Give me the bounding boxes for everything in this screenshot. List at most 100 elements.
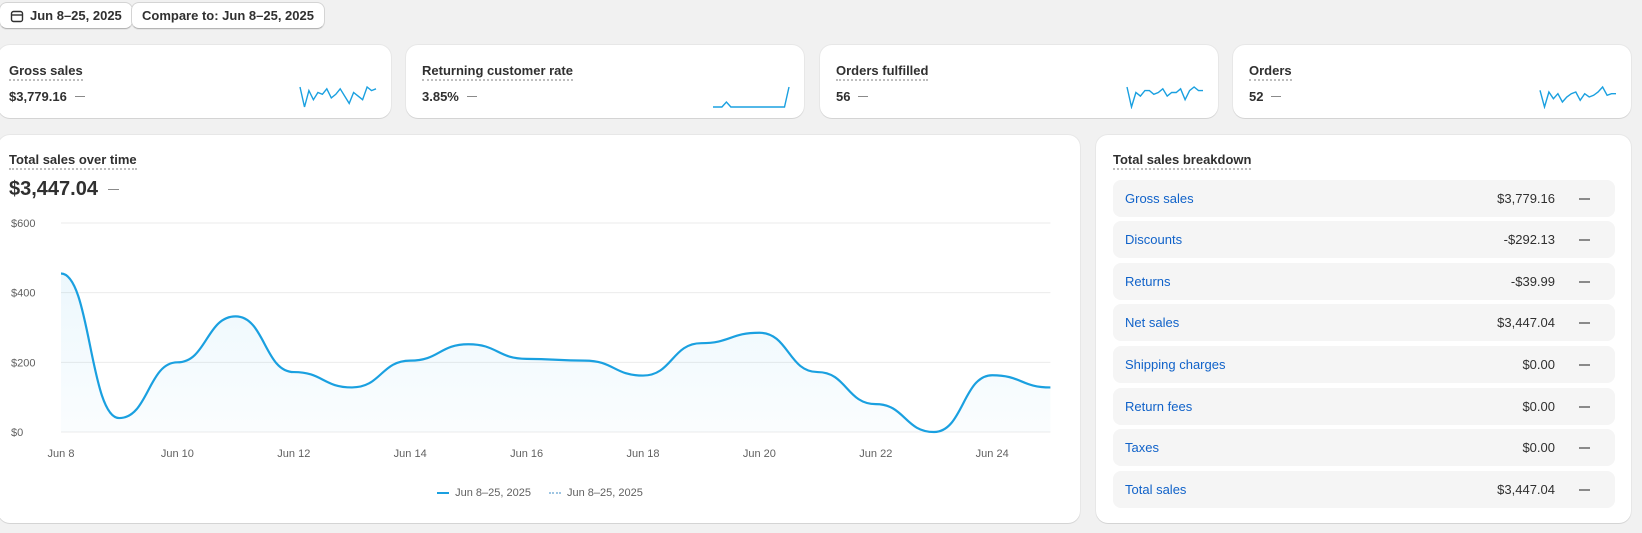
- data-point[interactable]: [753, 327, 765, 339]
- data-point[interactable]: [462, 338, 474, 350]
- change-dash-icon: [1579, 447, 1590, 449]
- sparkline: [713, 86, 790, 108]
- solid-line-icon: [437, 492, 450, 494]
- breakdown-label[interactable]: Return fees: [1125, 399, 1192, 414]
- kpi-card-gross-sales[interactable]: Gross sales $3,779.16: [0, 45, 391, 118]
- sparkline-path: [299, 85, 377, 108]
- y-tick-label: $600: [11, 218, 35, 230]
- breakdown-amount: $3,447.04: [1497, 482, 1555, 497]
- kpi-value-row: 56: [836, 89, 869, 104]
- breakdown-label[interactable]: Discounts: [1125, 232, 1182, 247]
- change-dash-icon: [1579, 406, 1590, 408]
- sparkline-path: [1539, 85, 1616, 109]
- y-tick-label: $0: [11, 427, 23, 439]
- change-dash-icon: [1579, 322, 1590, 324]
- kpi-value-row: 52: [1249, 89, 1282, 104]
- kpi-label: Gross sales: [9, 63, 83, 81]
- data-point[interactable]: [1044, 381, 1056, 393]
- breakdown-row-total-sales[interactable]: Total sales $3,447.04: [1113, 471, 1615, 508]
- data-point[interactable]: [404, 355, 416, 367]
- data-point[interactable]: [346, 381, 358, 393]
- change-dash-icon: [1579, 239, 1590, 241]
- breakdown-row-return-fees[interactable]: Return fees $0.00: [1113, 388, 1615, 425]
- sales-line-chart[interactable]: $0 $200 $400 $600 Jun 8 Jun 10 Jun 12 Jun 14 Ju…: [0, 212, 1080, 472]
- data-point[interactable]: [288, 366, 300, 378]
- legend-item-comparison[interactable]: Jun 8–25, 2025: [549, 487, 643, 499]
- kpi-card-returning-customer-rate[interactable]: Returning customer rate 3.85%: [406, 45, 804, 118]
- change-dash-icon: [1579, 198, 1590, 200]
- breakdown-label[interactable]: Returns: [1125, 274, 1171, 289]
- kpi-value: 3.85%: [422, 89, 459, 104]
- dotted-line-icon: [549, 492, 561, 494]
- change-dash-icon: [1579, 364, 1590, 366]
- x-tick-label: Jun 16: [510, 448, 543, 460]
- sales-area-fill: [61, 273, 1051, 432]
- breakdown-label[interactable]: Shipping charges: [1125, 357, 1225, 372]
- change-dash-icon: [466, 95, 477, 98]
- x-tick-label: Jun 20: [743, 448, 776, 460]
- data-point[interactable]: [812, 366, 824, 378]
- data-point[interactable]: [171, 356, 183, 368]
- sales-total-value: $3,447.04: [9, 178, 98, 200]
- data-point[interactable]: [928, 426, 940, 438]
- data-point[interactable]: [113, 412, 125, 424]
- sparkline: [299, 85, 377, 108]
- kpi-label: Orders fulfilled: [836, 63, 929, 81]
- breakdown-row-net-sales[interactable]: Net sales $3,447.04: [1113, 304, 1615, 341]
- breakdown-label[interactable]: Gross sales: [1125, 191, 1194, 206]
- sparkline: [1539, 85, 1616, 109]
- data-point[interactable]: [637, 370, 649, 382]
- breakdown-label[interactable]: Taxes: [1125, 440, 1159, 455]
- breakdown-label[interactable]: Total sales: [1125, 482, 1186, 497]
- data-point[interactable]: [695, 337, 707, 349]
- legend-label: Jun 8–25, 2025: [455, 487, 531, 499]
- breakdown-row-taxes[interactable]: Taxes $0.00: [1113, 429, 1615, 466]
- kpi-label: Orders: [1249, 63, 1292, 81]
- sales-total-row: $3,447.04: [9, 178, 119, 201]
- x-tick-label: Jun 22: [859, 448, 892, 460]
- calendar-icon: [10, 10, 24, 22]
- breakdown-amount: $3,779.16: [1497, 191, 1555, 206]
- breakdown-title[interactable]: Total sales breakdown: [1113, 152, 1252, 170]
- compare-button[interactable]: Compare to: Jun 8–25, 2025: [131, 2, 325, 29]
- legend-label: Jun 8–25, 2025: [567, 487, 643, 499]
- chart-legend: Jun 8–25, 2025 Jun 8–25, 2025: [0, 487, 1080, 499]
- date-range-label: Jun 8–25, 2025: [30, 8, 122, 23]
- data-point[interactable]: [579, 355, 591, 367]
- breakdown-row-gross-sales[interactable]: Gross sales $3,779.16: [1113, 180, 1615, 217]
- breakdown-row-shipping-charges[interactable]: Shipping charges $0.00: [1113, 346, 1615, 383]
- kpi-value: 52: [1249, 89, 1264, 104]
- data-point[interactable]: [55, 268, 67, 280]
- data-point[interactable]: [870, 398, 882, 410]
- compare-label: Compare to: Jun 8–25, 2025: [142, 8, 314, 23]
- change-dash-icon: [858, 95, 869, 98]
- sales-chart-title[interactable]: Total sales over time: [9, 152, 137, 170]
- breakdown-amount: -$39.99: [1510, 274, 1555, 289]
- kpi-value: $3,779.16: [9, 89, 67, 104]
- breakdown-label[interactable]: Net sales: [1125, 315, 1179, 330]
- legend-item-current[interactable]: Jun 8–25, 2025: [437, 487, 531, 499]
- change-dash-icon: [1271, 95, 1282, 98]
- kpi-value-row: 3.85%: [422, 89, 477, 104]
- breakdown-row-returns[interactable]: Returns -$39.99: [1113, 263, 1615, 300]
- kpi-label: Returning customer rate: [422, 63, 573, 81]
- data-point[interactable]: [230, 310, 242, 322]
- x-tick-label: Jun 24: [976, 448, 1009, 460]
- y-tick-label: $400: [11, 288, 35, 300]
- x-tick-label: Jun 8: [48, 448, 75, 460]
- date-range-button[interactable]: Jun 8–25, 2025: [0, 2, 133, 29]
- sparkline: [1126, 86, 1203, 109]
- breakdown-amount: $0.00: [1522, 440, 1555, 455]
- kpi-value-row: $3,779.16: [9, 89, 85, 104]
- data-point[interactable]: [986, 369, 998, 381]
- y-tick-label: $200: [11, 357, 35, 369]
- breakdown-row-discounts[interactable]: Discounts -$292.13: [1113, 221, 1615, 258]
- kpi-card-orders[interactable]: Orders 52: [1233, 45, 1631, 118]
- breakdown-amount: $3,447.04: [1497, 315, 1555, 330]
- x-tick-label: Jun 10: [161, 448, 194, 460]
- change-dash-icon: [74, 95, 85, 98]
- change-dash-icon: [107, 188, 119, 191]
- data-point[interactable]: [521, 353, 533, 365]
- kpi-card-orders-fulfilled[interactable]: Orders fulfilled 56: [820, 45, 1218, 118]
- sparkline-path: [1126, 86, 1203, 109]
